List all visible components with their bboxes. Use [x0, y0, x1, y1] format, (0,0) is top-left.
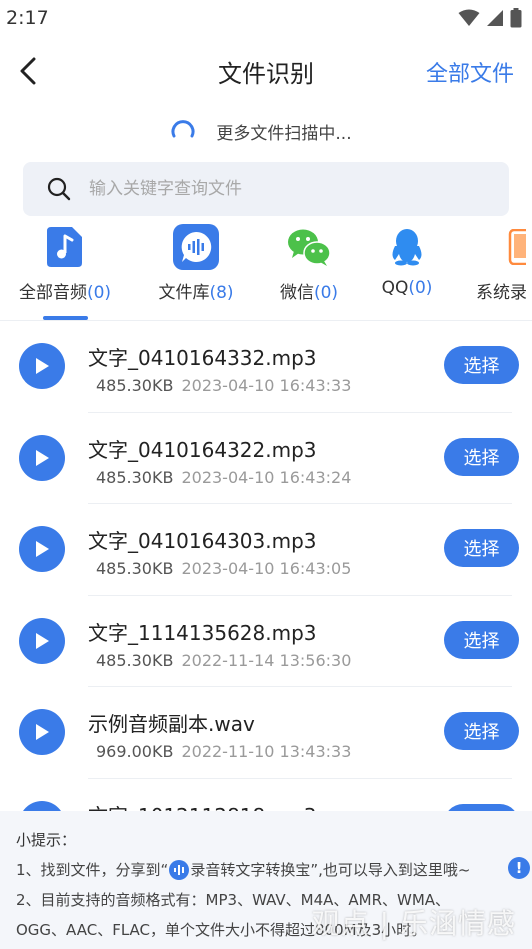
app-logo-icon [169, 860, 190, 880]
wechat-icon [288, 229, 331, 266]
play-button[interactable] [19, 800, 65, 811]
select-button[interactable]: 选择 [444, 529, 519, 567]
signal-icon [487, 10, 503, 26]
tab-label: 系统录 [476, 283, 527, 303]
tab-count: (8) [209, 283, 234, 303]
music-note-icon [47, 227, 82, 267]
file-list: 文字_0410164332.mp3 485.30KB 2023-04-10 16:… [0, 321, 532, 811]
tab-qq[interactable]: QQ(0) [352, 224, 462, 298]
file-name: 示例音频副本.wav [88, 712, 255, 736]
play-button[interactable] [19, 526, 65, 572]
wifi-icon [458, 9, 480, 26]
file-name: 文字_1114135628.mp3 [88, 620, 317, 645]
file-name: 文字_0410164332.mp3 [88, 346, 317, 370]
all-files-link[interactable]: 全部文件 [426, 56, 514, 88]
page-title: 文件识别 [218, 59, 314, 88]
tips-title: 小提示： [16, 831, 77, 849]
phone-recorder-icon [508, 229, 526, 265]
qq-penguin-icon [392, 229, 422, 266]
source-tabs: 全部音频(0) 文件库(8) 微信(0) QQ(0) 系统录 [0, 224, 532, 320]
select-button[interactable]: 选择 [444, 437, 519, 476]
select-button[interactable]: 选择 [444, 620, 519, 659]
exclamation-icon[interactable]: ! [508, 857, 530, 879]
search-input[interactable] [89, 179, 469, 199]
tab-label: 微信 [279, 283, 314, 303]
file-size: 485.30KB [96, 467, 174, 487]
play-button[interactable] [19, 709, 65, 755]
file-row: 文字_0410164303.mp3 485.30KB 2023-04-10 16:… [0, 504, 532, 596]
file-size: 969.00KB [96, 742, 174, 761]
play-button[interactable] [19, 617, 65, 664]
chevron-left-icon [20, 57, 36, 85]
status-time: 2:17 [6, 7, 49, 29]
file-name: 文字_0410164303.mp3 [88, 529, 317, 553]
file-date: 2023-04-10 16:43:24 [181, 467, 352, 487]
tab-label: QQ [381, 278, 409, 298]
scan-text: 更多文件扫描中... [216, 123, 352, 144]
file-size: 485.30KB [96, 559, 174, 578]
tab-all-audio[interactable]: 全部音频(0) [10, 224, 120, 303]
header: 文件识别 全部文件 [0, 36, 532, 106]
file-row: 示例音频副本.wav 969.00KB 2022-11-10 13:43:33 选… [0, 687, 532, 779]
file-name: 文字_1012112818.mp3 [88, 800, 317, 812]
play-icon [36, 724, 49, 740]
tab-count: (0) [86, 283, 112, 303]
select-button[interactable]: 选择 [444, 712, 519, 750]
tab-wechat[interactable]: 微信(0) [254, 224, 364, 303]
file-size: 485.30KB [96, 650, 174, 670]
watermark: 观点 | 乐涵情感 [311, 907, 516, 940]
play-icon [36, 541, 49, 557]
select-button[interactable]: 选择 [444, 346, 519, 384]
search-bar[interactable] [23, 162, 509, 216]
file-row: 文字_0410164332.mp3 485.30KB 2023-04-10 16:… [0, 321, 532, 413]
tab-file-library[interactable]: 文件库(8) [141, 224, 251, 303]
battery-icon [510, 8, 522, 28]
tab-count: (0) [408, 278, 433, 298]
loading-spinner-icon [171, 120, 195, 138]
file-size: 485.30KB [96, 376, 174, 395]
file-date: 2023-04-10 16:43:05 [181, 559, 352, 578]
play-icon [36, 632, 49, 649]
file-date: 2023-04-10 16:43:33 [181, 376, 352, 395]
tab-label: 文件库 [158, 283, 210, 303]
play-button[interactable] [19, 434, 65, 481]
tips-line-1: 1、找到文件，分享到“ 录音转文字转换宝 ”,也可以导入到这里哦~ [16, 860, 471, 880]
voice-waveform-icon [173, 224, 219, 270]
file-date: 2022-11-10 13:43:33 [181, 742, 352, 761]
play-icon [36, 358, 49, 374]
search-icon [47, 177, 71, 201]
status-bar: 2:17 [0, 0, 532, 36]
file-name: 文字_0410164322.mp3 [88, 437, 317, 462]
status-icons [458, 8, 522, 28]
tab-count: (0) [313, 283, 339, 303]
play-icon [36, 449, 49, 466]
play-button[interactable] [19, 343, 65, 389]
tab-system-recorder[interactable]: 系统录 [466, 224, 532, 303]
file-date: 2022-11-14 13:56:30 [181, 650, 352, 670]
back-button[interactable] [14, 54, 42, 88]
scan-status: 更多文件扫描中... [0, 106, 532, 156]
file-row: 文字_1114135628.mp3 485.30KB 2022-11-14 13:… [0, 596, 532, 688]
file-row: 文字_1012112818.mp3 选择 [0, 779, 532, 812]
tips-panel: 小提示： 1、找到文件，分享到“ 录音转文字转换宝 ”,也可以导入到这里哦~ 2… [0, 811, 532, 949]
tab-label: 全部音频 [18, 283, 87, 303]
select-button[interactable]: 选择 [444, 803, 519, 811]
file-row: 文字_0410164322.mp3 485.30KB 2023-04-10 16:… [0, 413, 532, 505]
